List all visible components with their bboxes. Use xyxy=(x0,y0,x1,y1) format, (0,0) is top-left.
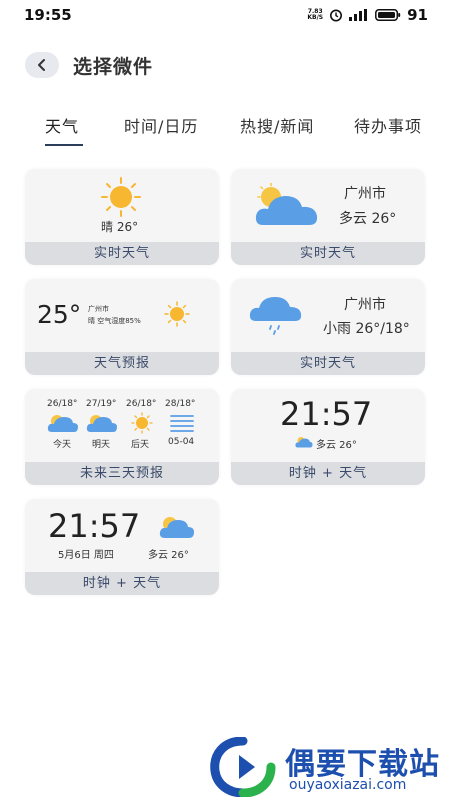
widget-clock-time: 21:57 xyxy=(280,395,373,433)
network-speed: 7.83 KB/S xyxy=(307,9,323,21)
sun-icon xyxy=(164,301,190,327)
widget-city: 广州市 xyxy=(88,305,109,313)
fog-icon xyxy=(170,415,194,432)
forecast-day-range: 26/18° xyxy=(47,399,78,409)
widget-condition-temp: 多云 26° xyxy=(339,211,397,227)
widget-city: 广州市 xyxy=(344,186,386,202)
battery-icon xyxy=(375,9,401,21)
widget-big-temp: 25° xyxy=(37,300,82,329)
cloud-sun-icon xyxy=(47,415,78,432)
widget-footer-label: 天气预报 xyxy=(25,352,219,375)
page-title: 选择微件 xyxy=(73,56,154,78)
forecast-day-range: 28/18° xyxy=(165,399,196,409)
tab-bar: 天气 时间/日历 热搜/新闻 待办事项 xyxy=(0,110,450,150)
forecast-day-label: 今天 xyxy=(53,440,72,450)
signal-icon xyxy=(349,9,368,21)
status-time: 19:55 xyxy=(24,6,72,24)
chevron-left-icon xyxy=(38,59,45,71)
rain-cloud-icon xyxy=(249,297,302,335)
widget-clock-time: 21:57 xyxy=(48,507,141,545)
cloud-sun-icon xyxy=(159,517,194,538)
widget-city: 广州市 xyxy=(344,297,386,313)
net-speed-unit: KB/S xyxy=(307,14,324,21)
widget-footer-label: 时钟 + 天气 xyxy=(25,572,219,595)
widget-body: 21:57 多云 26° xyxy=(231,389,425,462)
widget-clock-weather[interactable]: 21:57 多云 26° 时钟 + 天气 xyxy=(231,389,425,485)
site-logo-icon xyxy=(210,737,276,797)
cloud-sun-icon xyxy=(255,183,318,225)
header: 选择微件 xyxy=(0,44,450,88)
status-icons: 7.83 KB/S 91 xyxy=(307,6,428,24)
widget-footer-label: 实时天气 xyxy=(231,352,425,375)
widget-body: 广州市 多云 26° xyxy=(231,169,425,242)
widget-clock-date-weather[interactable]: 21:57 5月6日 周四 多云 26° 时钟 + 天气 xyxy=(25,499,219,595)
tab-active-indicator xyxy=(45,144,83,146)
forecast-day-range: 26/18° xyxy=(126,399,157,409)
widget-footer-label: 实时天气 xyxy=(25,242,219,265)
widget-footer-label: 时钟 + 天气 xyxy=(231,462,425,485)
widget-weather: 多云 26° xyxy=(148,550,189,561)
widget-body: 广州市 小雨 26°/18° xyxy=(231,279,425,352)
back-button[interactable] xyxy=(25,52,59,78)
widget-footer-label: 实时天气 xyxy=(231,242,425,265)
forecast-day-label: 后天 xyxy=(131,440,150,450)
widget-body: 晴 26° xyxy=(25,169,219,242)
widget-weather: 多云 26° xyxy=(316,440,357,451)
sun-icon xyxy=(101,177,141,217)
cloud-sun-icon xyxy=(86,415,117,432)
widget-realtime-weather-cloudy[interactable]: 广州市 多云 26° 实时天气 xyxy=(231,169,425,265)
tab-todo[interactable]: 待办事项 xyxy=(354,113,422,137)
widget-footer-label: 未来三天预报 xyxy=(25,462,219,485)
tab-time-calendar[interactable]: 时间/日历 xyxy=(124,113,198,137)
widget-three-day-forecast[interactable]: 26/18° 今天 27/19° 明天 26/18° 后天 28/18° 05-… xyxy=(25,389,219,485)
cloud-sun-icon xyxy=(295,437,313,448)
widget-realtime-weather-sunny[interactable]: 晴 26° 实时天气 xyxy=(25,169,219,265)
widget-weather-forecast[interactable]: 25° 广州市 晴 空气湿度85% 天气预报 xyxy=(25,279,219,375)
widget-realtime-weather-rain[interactable]: 广州市 小雨 26°/18° 实时天气 xyxy=(231,279,425,375)
watermark-url: ouyaoxiazai.com xyxy=(289,777,407,793)
sun-icon xyxy=(131,412,153,434)
widget-condition-temp: 晴 26° xyxy=(101,220,139,234)
forecast-day-label: 明天 xyxy=(92,440,111,450)
tab-weather[interactable]: 天气 xyxy=(45,113,79,137)
battery-level: 91 xyxy=(407,6,428,24)
widget-detail: 晴 空气湿度85% xyxy=(88,317,141,325)
widget-date: 5月6日 周四 xyxy=(58,550,114,561)
widget-condition-temp: 小雨 26°/18° xyxy=(323,321,410,337)
widget-body: 26/18° 今天 27/19° 明天 26/18° 后天 28/18° 05-… xyxy=(25,389,219,462)
watermark: 偶要下载站 ouyaoxiazai.com xyxy=(205,733,450,800)
forecast-day-range: 27/19° xyxy=(86,399,117,409)
status-bar: 19:55 7.83 KB/S 91 xyxy=(0,0,450,30)
tab-trending-news[interactable]: 热搜/新闻 xyxy=(240,113,314,137)
widget-body: 21:57 5月6日 周四 多云 26° xyxy=(25,499,219,572)
forecast-day-label: 05-04 xyxy=(168,437,195,447)
widget-body: 25° 广州市 晴 空气湿度85% xyxy=(25,279,219,352)
alarm-icon xyxy=(330,9,343,22)
